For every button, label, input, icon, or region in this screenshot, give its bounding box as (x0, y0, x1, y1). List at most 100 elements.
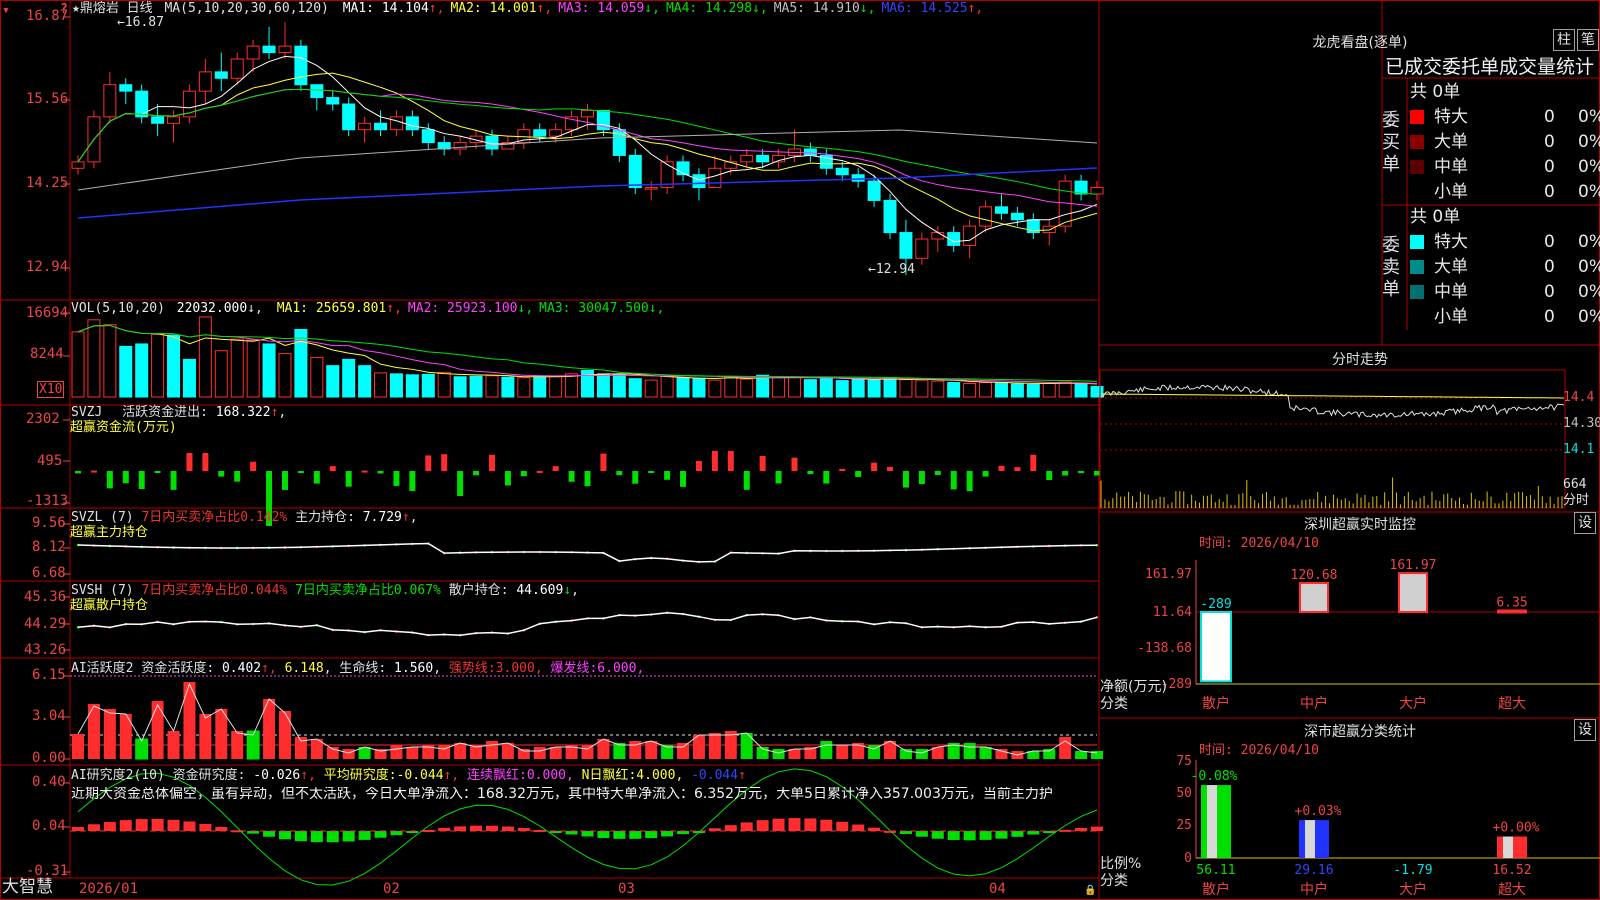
candle (581, 109, 594, 118)
active-bar (167, 731, 180, 759)
intraday-price-line (1100, 383, 1565, 419)
flow-bar (1078, 471, 1085, 474)
vol-unit-badge[interactable]: X10 (37, 381, 65, 398)
flow-bar (695, 461, 702, 471)
active-bar (199, 714, 212, 759)
research-bar (87, 824, 100, 831)
volume-bar (979, 382, 993, 398)
volume-bar (71, 331, 85, 398)
research-bar (772, 818, 785, 831)
active-bar (549, 747, 562, 759)
flow-bar (457, 471, 464, 496)
intraday-avg-line (1101, 393, 1564, 399)
volume-bar (421, 373, 435, 398)
flow-bar (759, 455, 766, 471)
ma-values: MA1: 14.104↑, MA2: 14.001↑, MA3: 14.059↓, M… (337, 1, 984, 16)
ma-arrow: ↓, (648, 301, 665, 316)
research-bar (135, 819, 148, 831)
flow-bar (934, 471, 941, 475)
research-bar (501, 826, 514, 831)
y-label: 44.29 (24, 616, 67, 632)
class-category-label: 超大 (1498, 882, 1526, 898)
candle (708, 167, 722, 189)
volume-bar (803, 379, 817, 398)
ma-item: MA3: 30047.500 (539, 301, 649, 316)
research-bar (915, 831, 928, 837)
flow-bar (218, 471, 225, 477)
flow-bar (600, 453, 607, 471)
volume-bar (119, 345, 133, 398)
row-pct: 0% (1578, 107, 1600, 127)
research-bar (390, 831, 403, 836)
stock-title[interactable]: ★鼎熔岩 日线 (72, 1, 153, 16)
high-annotation: ←16.87 (117, 15, 164, 30)
class-category-label: 中户 (1300, 881, 1328, 898)
sz-monitor-settings-button[interactable]: 设 (1574, 512, 1596, 534)
sz-class-settings-button[interactable]: 设 (1574, 719, 1596, 741)
volume-bar (994, 382, 1008, 398)
order-row: 小单 0 0% (1410, 180, 1600, 205)
monitor-value-label: -289 (1200, 597, 1231, 612)
candle (979, 206, 993, 227)
flow-bar (552, 466, 559, 471)
flow-bar (250, 461, 257, 471)
volume-bar (835, 380, 849, 398)
ma-item: MA6: 14.525 (881, 1, 968, 16)
research-bar (374, 831, 387, 838)
flow-bar (1046, 471, 1053, 481)
candle (294, 45, 308, 86)
class-y-label: 50 (1176, 786, 1192, 801)
volume-bar (756, 374, 770, 398)
flow-bar (122, 471, 129, 484)
monitor-bar (1299, 582, 1329, 614)
main-header: ★鼎熔岩 日线 MA(5,10,20,30,60,120) MA1: 14.10… (72, 1, 983, 16)
longhu-title: 龙虎看盘(逐单) (1312, 35, 1408, 51)
order-row: 中单 0 0% (1410, 280, 1600, 305)
row-pct: 0% (1578, 157, 1600, 177)
candle (103, 84, 117, 118)
row-name: 中单 (1434, 157, 1468, 177)
flow-bar (632, 471, 639, 484)
lock-icon[interactable]: 🔒 (1084, 883, 1096, 898)
sz-monitor-xlabel: 分类 (1100, 696, 1128, 712)
row-count: 0 (1544, 182, 1555, 202)
order-row: 中单 0 0% (1410, 155, 1600, 180)
row-count: 0 (1544, 132, 1555, 152)
class-bar-shine (1305, 820, 1315, 858)
longhu-header: 已成交委托单成交量统计 (1385, 56, 1595, 78)
flow-bar (75, 471, 81, 474)
class-y-label: 0 (1184, 851, 1192, 866)
volume-bar (437, 371, 451, 398)
ma-item: MA1: 25659.801 (276, 301, 387, 316)
flow-bar (918, 471, 925, 485)
candle (835, 167, 849, 176)
flow-bar (361, 470, 368, 473)
class-y-label: 25 (1176, 818, 1192, 833)
candle (421, 129, 435, 144)
volume-bar (135, 343, 149, 398)
candle (899, 232, 913, 259)
research-bar (199, 823, 212, 831)
active-line (77, 682, 1098, 756)
y-label: 12.94 (26, 259, 69, 275)
active-bar (915, 749, 928, 759)
flow-bar (902, 471, 909, 488)
candle (915, 238, 929, 259)
flow-bar (855, 471, 862, 477)
volume-bar (326, 365, 340, 398)
svsh-sub: 超赢散户持仓 (70, 598, 149, 613)
research-bar (756, 820, 769, 831)
ma-arrow: ↓, (517, 301, 534, 316)
active-bar (135, 738, 149, 760)
active-bar (342, 749, 355, 759)
active-bar (836, 745, 849, 759)
sz-monitor-time: 时间: 2026/04/10 (1199, 536, 1319, 551)
svsh-header: SVSH (7) 7日内买卖净占比0.044% 7日内买卖净占比0.067% 散… (71, 583, 579, 598)
intraday-vol-unit: 分时 (1563, 493, 1590, 508)
flow-bar (1014, 467, 1021, 471)
date-label: 2026/01 (79, 881, 139, 897)
bar-mode-button[interactable]: 柱 (1553, 29, 1575, 51)
tick-mode-button[interactable]: 笔 (1577, 29, 1599, 51)
monitor-category-label: 超大 (1498, 696, 1526, 712)
candle (389, 116, 403, 131)
